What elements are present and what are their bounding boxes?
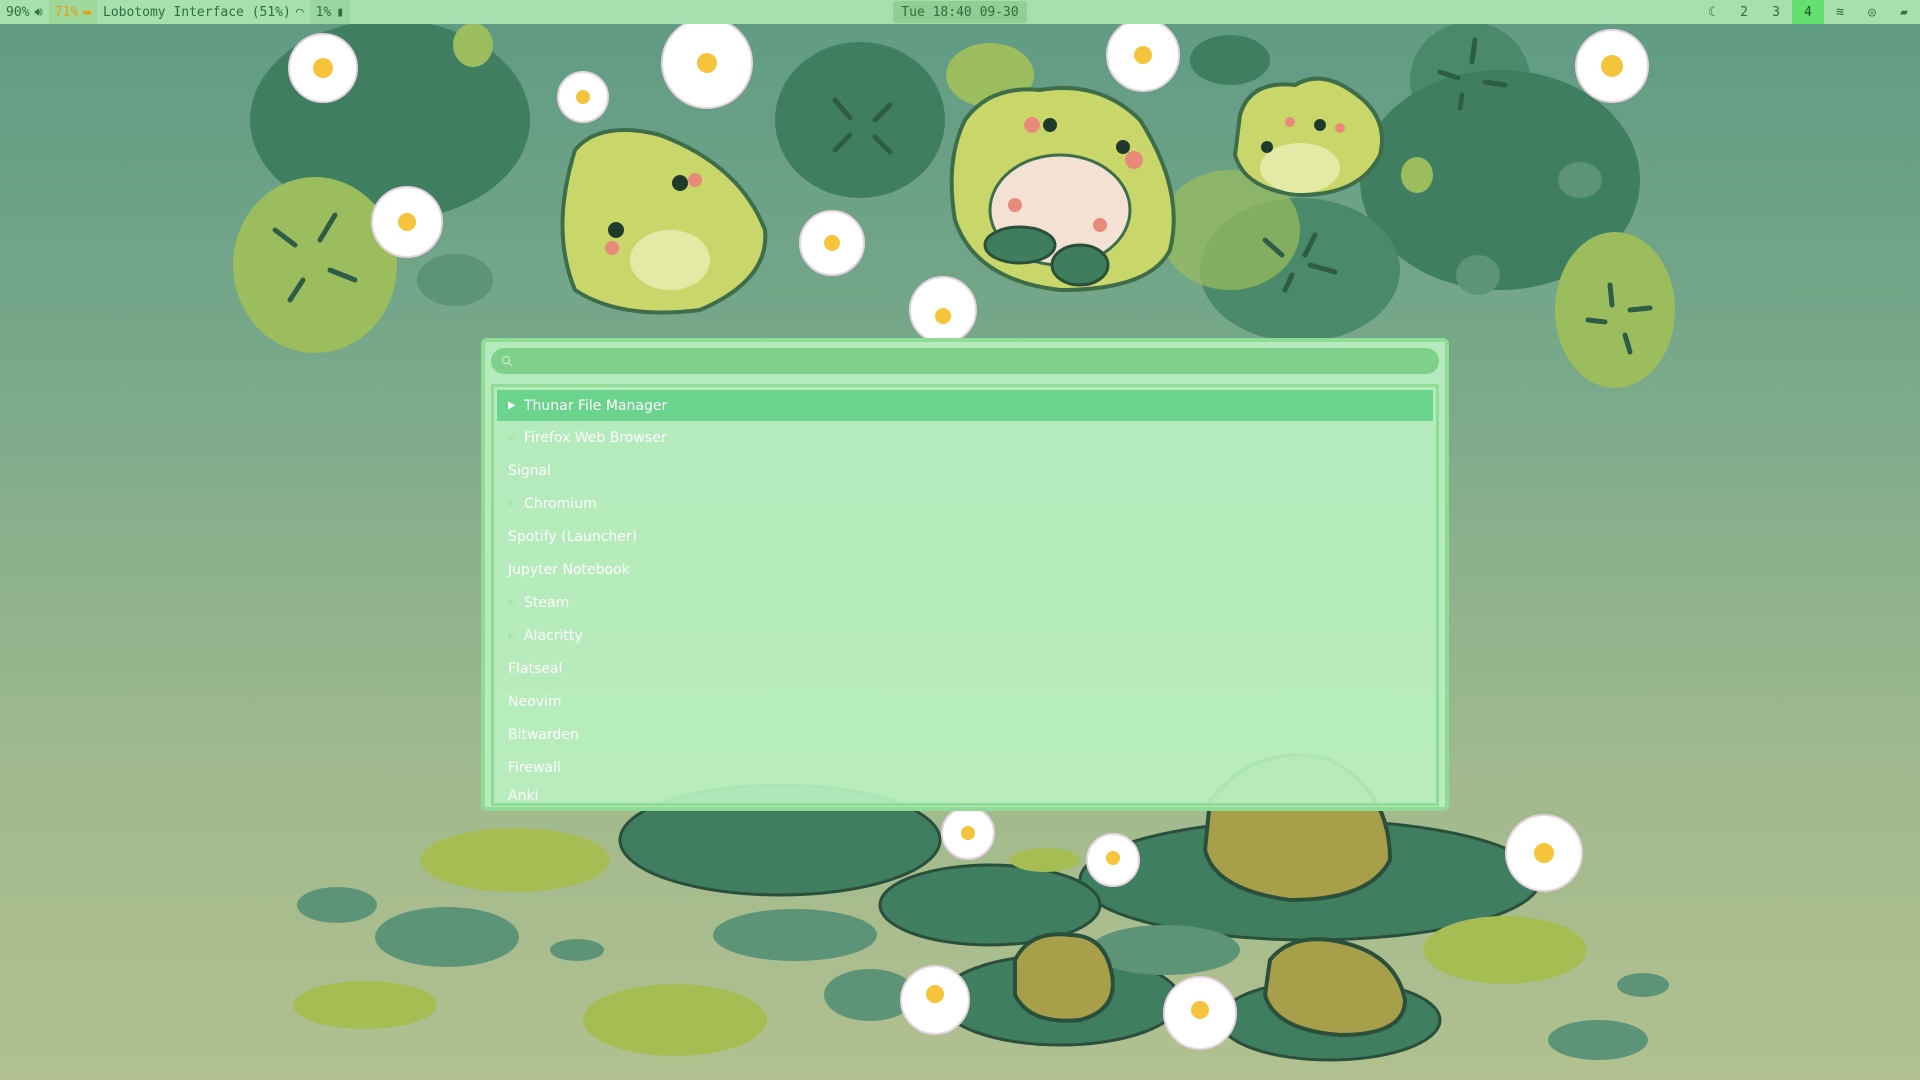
- app-label: Firefox Web Browser: [524, 429, 667, 446]
- workspace-2[interactable]: 2: [1728, 0, 1760, 24]
- clock-datetime: Tue 18:40 09-30: [901, 4, 1019, 20]
- app-item-jupyter[interactable]: Jupyter Notebook: [494, 553, 1436, 586]
- app-item-thunar[interactable]: ▶ Thunar File Manager: [497, 390, 1433, 421]
- expand-arrow-icon: ▶: [508, 630, 516, 641]
- chip-icon: ▮: [336, 4, 345, 20]
- search-input[interactable]: [521, 350, 1439, 372]
- app-label: Spotify (Launcher): [508, 528, 638, 545]
- workspace-files[interactable]: ▰: [1888, 0, 1920, 24]
- app-label: Flatseal: [508, 660, 563, 677]
- workspace-spotify[interactable]: ≋: [1824, 0, 1856, 24]
- app-item-steam[interactable]: ▶ Steam: [494, 586, 1436, 619]
- chromium-icon: ◎: [1868, 4, 1876, 20]
- app-item-flatseal[interactable]: Flatseal: [494, 652, 1436, 685]
- moon-icon: ☾: [1708, 4, 1716, 20]
- cpu-module[interactable]: 1% ▮: [309, 0, 351, 24]
- app-launcher: ▶ Thunar File Manager ▶ Firefox Web Brow…: [481, 338, 1449, 811]
- app-list: ▶ Thunar File Manager ▶ Firefox Web Brow…: [491, 384, 1439, 806]
- app-item-alacritty[interactable]: ▶ Alacritty: [494, 619, 1436, 652]
- volume-module[interactable]: 90% 🔊︎: [0, 0, 49, 24]
- workspace-label: 3: [1772, 4, 1780, 20]
- app-label: Alacritty: [524, 627, 583, 644]
- app-label: Jupyter Notebook: [508, 561, 630, 578]
- app-item-neovim[interactable]: Neovim: [494, 685, 1436, 718]
- app-label: Chromium: [524, 495, 597, 512]
- workspace-1[interactable]: ☾: [1696, 0, 1728, 24]
- app-label: Neovim: [508, 693, 562, 710]
- app-item-anki[interactable]: Anki: [494, 784, 1436, 804]
- expand-arrow-icon: ▶: [508, 432, 516, 443]
- workspace-chromium[interactable]: ◎: [1856, 0, 1888, 24]
- brightness-module[interactable]: 71% ▬: [48, 0, 97, 24]
- app-label: Anki: [508, 788, 539, 804]
- clock-module[interactable]: Tue 18:40 09-30: [893, 1, 1027, 23]
- volume-value: 90%: [6, 4, 30, 20]
- workspace-switcher: ☾ 2 3 4 ≋ ◎ ▰: [1696, 0, 1920, 24]
- app-label: Bitwarden: [508, 726, 579, 743]
- expand-arrow-icon: ▶: [508, 597, 516, 608]
- app-item-signal[interactable]: Signal: [494, 454, 1436, 487]
- network-module[interactable]: Lobotomy Interface (51%) ◠: [97, 0, 310, 24]
- workspace-3[interactable]: 3: [1760, 0, 1792, 24]
- workspace-label: 4: [1804, 4, 1812, 20]
- status-bar: 90% 🔊︎ 71% ▬ Lobotomy Interface (51%) ◠ …: [0, 0, 1920, 24]
- app-item-bitwarden[interactable]: Bitwarden: [494, 718, 1436, 751]
- app-item-firewall[interactable]: Firewall: [494, 751, 1436, 784]
- speaker-icon: 🔊︎: [34, 4, 43, 20]
- window-title: Lobotomy Interface (51%): [103, 4, 291, 20]
- app-label: Signal: [508, 462, 552, 479]
- spotify-icon: ≋: [1836, 4, 1844, 20]
- battery-icon: ▬: [83, 4, 91, 20]
- app-item-firefox[interactable]: ▶ Firefox Web Browser: [494, 421, 1436, 454]
- folder-icon: ▰: [1900, 4, 1908, 20]
- app-label: Thunar File Manager: [524, 397, 668, 414]
- expand-arrow-icon: ▶: [508, 400, 516, 411]
- app-label: Steam: [524, 594, 570, 611]
- wifi-icon: ◠: [295, 4, 304, 20]
- workspace-4[interactable]: 4: [1792, 0, 1824, 24]
- app-item-chromium[interactable]: ▶ Chromium: [494, 487, 1436, 520]
- cpu-value: 1%: [315, 4, 332, 20]
- workspace-label: 2: [1740, 4, 1748, 20]
- search-bar[interactable]: [491, 348, 1439, 374]
- app-label: Firewall: [508, 759, 561, 776]
- brightness-value: 71%: [54, 4, 79, 20]
- status-bar-left: 90% 🔊︎ 71% ▬ Lobotomy Interface (51%) ◠ …: [0, 0, 351, 24]
- search-icon: [501, 355, 513, 367]
- app-item-spotify[interactable]: Spotify (Launcher): [494, 520, 1436, 553]
- expand-arrow-icon: ▶: [508, 498, 516, 509]
